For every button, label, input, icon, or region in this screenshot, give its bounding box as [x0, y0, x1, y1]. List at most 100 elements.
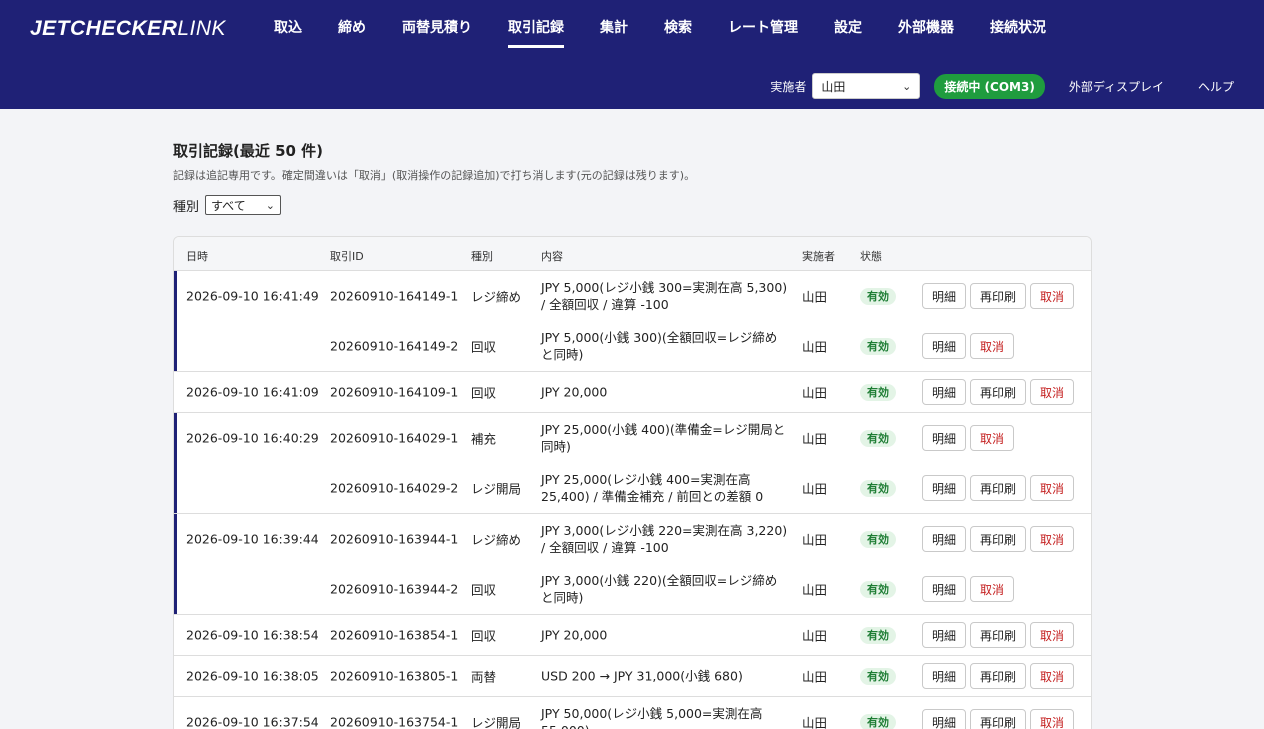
cell-id: 20260910-163754-1 [330, 714, 459, 729]
cell-id: 20260910-163944-1 [330, 531, 459, 547]
cell-operator: 山田 [802, 289, 828, 305]
cancel-button[interactable]: 取消 [1030, 379, 1075, 405]
nav-item-connection-status[interactable]: 接続状況 [972, 0, 1064, 56]
reprint-button[interactable]: 再印刷 [970, 663, 1027, 689]
status-badge: 有効 [860, 288, 896, 305]
table-row: 2026-09-10 16:40:29 20260910-164029-1 補充… [174, 413, 1091, 463]
detail-button[interactable]: 明細 [922, 475, 967, 501]
cell-type: 回収 [471, 628, 497, 644]
reprint-button[interactable]: 再印刷 [970, 379, 1027, 405]
cell-operator: 山田 [802, 431, 828, 447]
cell-content: JPY 25,000(レジ小銭 400=実測在高 25,400) / 準備金補充… [541, 472, 764, 504]
type-filter-value: すべて [211, 198, 246, 213]
row-actions: 明細 再印刷 取消 [922, 663, 1078, 689]
nav-item-settings[interactable]: 設定 [816, 0, 880, 56]
cell-content: JPY 25,000(小銭 400)(準備金=レジ開局と同時) [541, 422, 786, 454]
table-row: 2026-09-10 16:37:54 20260910-163754-1 レジ… [174, 697, 1091, 729]
cell-date: 2026-09-10 16:40:29 [186, 430, 319, 446]
transaction-group: 2026-09-10 16:37:54 20260910-163754-1 レジ… [174, 697, 1091, 729]
detail-button[interactable]: 明細 [922, 709, 967, 729]
nav-item-transactions[interactable]: 取引記録 [490, 0, 582, 56]
detail-button[interactable]: 明細 [922, 622, 967, 648]
reprint-button[interactable]: 再印刷 [970, 622, 1027, 648]
cell-id: 20260910-164029-2 [330, 480, 459, 496]
help-link[interactable]: ヘルプ [1198, 78, 1234, 95]
row-actions: 明細 再印刷 取消 [922, 283, 1078, 309]
chevron-down-icon: ⌄ [265, 198, 276, 212]
nav-item-import[interactable]: 取込 [256, 0, 320, 56]
detail-button[interactable]: 明細 [922, 425, 967, 451]
table-header: 日時 取引ID 種別 内容 実施者 状態 [174, 237, 1091, 271]
table-row: 20260910-163944-2 回収 JPY 3,000(小銭 220)(全… [174, 564, 1091, 614]
cell-type: 回収 [471, 385, 497, 401]
cancel-button[interactable]: 取消 [1030, 475, 1075, 501]
nav-item-exchange-quote[interactable]: 両替見積り [384, 0, 490, 56]
cell-operator: 山田 [802, 339, 828, 355]
cell-type: 回収 [471, 339, 497, 355]
cell-id: 20260910-163805-1 [330, 668, 459, 684]
chevron-down-icon: ⌄ [902, 79, 912, 93]
detail-button[interactable]: 明細 [922, 663, 967, 689]
page-title: 取引記録(最近 50 件) [173, 142, 324, 160]
row-actions: 明細 再印刷 取消 [922, 526, 1078, 552]
table-row: 2026-09-10 16:39:44 20260910-163944-1 レジ… [174, 514, 1091, 564]
cell-id: 20260910-163944-2 [330, 581, 459, 597]
reprint-button[interactable]: 再印刷 [970, 526, 1027, 552]
nav-item-external-devices[interactable]: 外部機器 [880, 0, 972, 56]
cancel-button[interactable]: 取消 [1030, 663, 1075, 689]
transaction-group: 2026-09-10 16:40:29 20260910-164029-1 補充… [174, 413, 1091, 514]
cell-id: 20260910-164109-1 [330, 384, 459, 400]
detail-button[interactable]: 明細 [922, 333, 967, 359]
row-actions: 明細 再印刷 取消 [922, 475, 1078, 501]
operator-select-value: 山田 [821, 79, 846, 94]
nav-item-summary[interactable]: 集計 [582, 0, 646, 56]
cell-content: JPY 5,000(レジ小銭 300=実測在高 5,300) / 全額回収 / … [541, 280, 788, 312]
transaction-group: 2026-09-10 16:41:09 20260910-164109-1 回収… [174, 372, 1091, 413]
main-nav: 取込 締め 両替見積り 取引記録 集計 検索 レート管理 設定 外部機器 接続状… [256, 0, 1064, 56]
status-badge: 有効 [860, 668, 896, 685]
nav-item-rate-management[interactable]: レート管理 [710, 0, 816, 56]
cancel-button[interactable]: 取消 [1030, 526, 1075, 552]
table-row: 2026-09-10 16:41:09 20260910-164109-1 回収… [174, 372, 1091, 412]
cancel-button[interactable]: 取消 [1030, 709, 1075, 729]
type-filter-select[interactable]: すべて ⌄ [205, 195, 282, 215]
cell-date: 2026-09-10 16:38:05 [186, 668, 319, 684]
cell-date: 2026-09-10 16:41:49 [186, 288, 319, 304]
cell-operator: 山田 [802, 481, 828, 497]
header-id: 取引ID [330, 250, 364, 263]
external-display-link[interactable]: 外部ディスプレイ [1069, 78, 1164, 95]
nav-item-search[interactable]: 検索 [646, 0, 710, 56]
cancel-button[interactable]: 取消 [1030, 283, 1075, 309]
status-badge: 有効 [860, 480, 896, 497]
status-badge: 有効 [860, 581, 896, 598]
detail-button[interactable]: 明細 [922, 576, 967, 602]
operator-select[interactable]: 山田 ⌄ [812, 73, 921, 99]
cell-content: JPY 50,000(レジ小銭 5,000=実測在高 55,000) [541, 706, 763, 729]
table-row: 2026-09-10 16:41:49 20260910-164149-1 レジ… [174, 271, 1091, 321]
type-filter-row: 種別 すべて ⌄ [173, 195, 1091, 215]
cancel-button[interactable]: 取消 [970, 576, 1015, 602]
detail-button[interactable]: 明細 [922, 379, 967, 405]
row-actions: 明細 取消 [922, 425, 1018, 451]
reprint-button[interactable]: 再印刷 [970, 475, 1027, 501]
cancel-button[interactable]: 取消 [1030, 622, 1075, 648]
reprint-button[interactable]: 再印刷 [970, 283, 1027, 309]
status-badge: 有効 [860, 384, 896, 401]
cancel-button[interactable]: 取消 [970, 425, 1015, 451]
detail-button[interactable]: 明細 [922, 526, 967, 552]
cell-id: 20260910-163854-1 [330, 627, 459, 643]
transaction-group: 2026-09-10 16:39:44 20260910-163944-1 レジ… [174, 514, 1091, 615]
operator-label: 実施者 [770, 79, 807, 94]
reprint-button[interactable]: 再印刷 [970, 709, 1027, 729]
cell-content: JPY 5,000(小銭 300)(全額回収=レジ締めと同時) [541, 330, 778, 362]
cancel-button[interactable]: 取消 [970, 333, 1015, 359]
page-header: 取引記録(最近 50 件) 記録は追記専用です。確定間違いは「取消」(取消操作の… [173, 140, 1091, 215]
type-filter-label: 種別 [173, 199, 200, 215]
cell-date: 2026-09-10 16:38:54 [186, 627, 319, 643]
app-logo[interactable]: JETCHECKERLINK [30, 17, 226, 41]
cell-operator: 山田 [802, 385, 828, 401]
transaction-group: 2026-09-10 16:38:05 20260910-163805-1 両替… [174, 656, 1091, 697]
nav-item-close[interactable]: 締め [320, 0, 384, 56]
detail-button[interactable]: 明細 [922, 283, 967, 309]
table-row: 2026-09-10 16:38:54 20260910-163854-1 回収… [174, 615, 1091, 655]
